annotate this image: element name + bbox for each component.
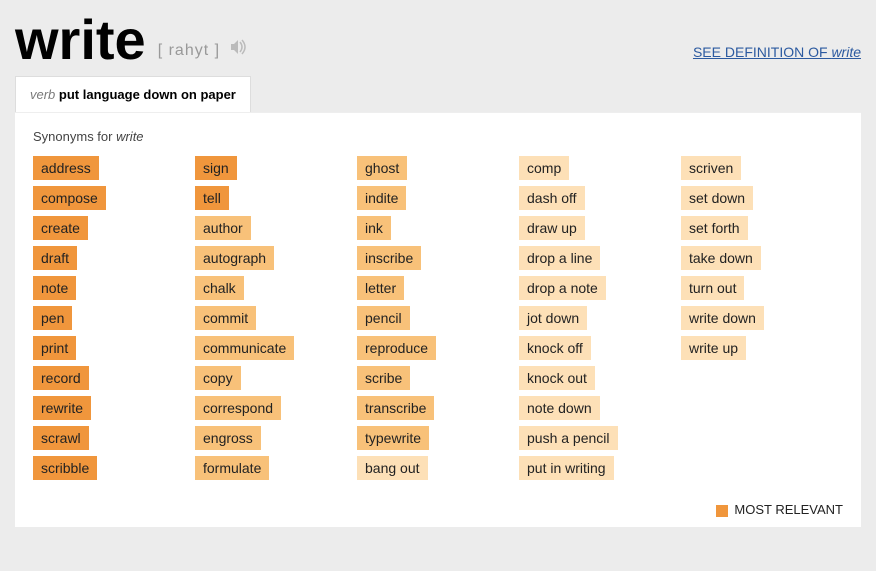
- synonyms-heading: Synonyms for write: [33, 129, 843, 144]
- synonyms-panel: Synonyms for write address compose create d…: [15, 112, 861, 527]
- synonym-column: address compose create draft note pen print rec…: [33, 156, 195, 480]
- synonym-tag[interactable]: scribble: [33, 456, 97, 480]
- header: write [ rahyt ] SEE DEFINITION OF write: [0, 0, 876, 76]
- synonym-tag[interactable]: chalk: [195, 276, 244, 300]
- relevance-legend: MOST RELEVANT: [33, 502, 843, 517]
- legend-swatch: [716, 505, 728, 517]
- definition-link-word: write: [831, 44, 861, 60]
- synonym-tag[interactable]: ink: [357, 216, 391, 240]
- synonym-tag[interactable]: write up: [681, 336, 746, 360]
- synonym-tag[interactable]: create: [33, 216, 88, 240]
- synonym-tag[interactable]: bang out: [357, 456, 428, 480]
- synonym-tag[interactable]: engross: [195, 426, 261, 450]
- synonym-tag[interactable]: knock out: [519, 366, 595, 390]
- synonym-tag[interactable]: drop a line: [519, 246, 600, 270]
- synonym-tag[interactable]: copy: [195, 366, 241, 390]
- synonym-column: ghost indite ink inscribe letter pencil reprod…: [357, 156, 519, 480]
- tab-sense[interactable]: verb put language down on paper: [15, 76, 251, 112]
- synonym-tag[interactable]: take down: [681, 246, 761, 270]
- headword-wrap: write [ rahyt ]: [15, 12, 248, 68]
- synonym-tag[interactable]: knock off: [519, 336, 591, 360]
- synonym-tag[interactable]: tell: [195, 186, 229, 210]
- synonym-tag[interactable]: rewrite: [33, 396, 91, 420]
- synonym-tag[interactable]: formulate: [195, 456, 269, 480]
- syn-heading-prefix: Synonyms for: [33, 129, 116, 144]
- synonym-tag[interactable]: autograph: [195, 246, 274, 270]
- synonym-tag[interactable]: draw up: [519, 216, 585, 240]
- synonym-tag[interactable]: note down: [519, 396, 600, 420]
- synonym-tag[interactable]: write down: [681, 306, 764, 330]
- synonym-tag[interactable]: draft: [33, 246, 77, 270]
- synonym-tag[interactable]: pen: [33, 306, 72, 330]
- synonym-tag[interactable]: set down: [681, 186, 753, 210]
- synonym-tag[interactable]: scrawl: [33, 426, 89, 450]
- synonym-tag[interactable]: pencil: [357, 306, 410, 330]
- synonym-tag[interactable]: note: [33, 276, 76, 300]
- synonym-tag[interactable]: indite: [357, 186, 406, 210]
- definition-link-prefix: SEE DEFINITION OF: [693, 44, 831, 60]
- synonym-tag[interactable]: reproduce: [357, 336, 436, 360]
- pronunciation: [ rahyt ]: [158, 42, 220, 60]
- tab-definition: put language down on paper: [59, 87, 236, 102]
- headword: write: [15, 12, 146, 68]
- synonym-tag[interactable]: drop a note: [519, 276, 606, 300]
- synonym-tag[interactable]: dash off: [519, 186, 585, 210]
- synonyms-columns: address compose create draft note pen print rec…: [33, 156, 843, 480]
- syn-heading-word: write: [116, 129, 143, 144]
- tab-pos: verb: [30, 87, 55, 102]
- synonym-tag[interactable]: turn out: [681, 276, 744, 300]
- synonym-tag[interactable]: letter: [357, 276, 404, 300]
- synonym-tag[interactable]: ghost: [357, 156, 407, 180]
- synonym-tag[interactable]: author: [195, 216, 251, 240]
- synonym-tag[interactable]: record: [33, 366, 89, 390]
- synonym-tag[interactable]: transcribe: [357, 396, 434, 420]
- synonym-tag[interactable]: commit: [195, 306, 256, 330]
- synonym-tag[interactable]: inscribe: [357, 246, 421, 270]
- synonym-tag[interactable]: print: [33, 336, 76, 360]
- synonym-tag[interactable]: address: [33, 156, 99, 180]
- synonym-tag[interactable]: typewrite: [357, 426, 429, 450]
- tab-bar: verb put language down on paper: [0, 76, 876, 112]
- synonym-tag[interactable]: comp: [519, 156, 569, 180]
- synonym-tag[interactable]: set forth: [681, 216, 748, 240]
- audio-icon[interactable]: [230, 39, 248, 60]
- synonym-tag[interactable]: correspond: [195, 396, 281, 420]
- synonym-tag[interactable]: scribe: [357, 366, 410, 390]
- synonym-tag[interactable]: put in writing: [519, 456, 614, 480]
- synonym-tag[interactable]: compose: [33, 186, 106, 210]
- synonym-column: scriven set down set forth take down turn ou…: [681, 156, 843, 480]
- synonym-column: sign tell author autograph chalk commit commun…: [195, 156, 357, 480]
- synonym-tag[interactable]: sign: [195, 156, 237, 180]
- synonym-tag[interactable]: communicate: [195, 336, 294, 360]
- synonym-column: comp dash off draw up drop a line drop a not…: [519, 156, 681, 480]
- synonym-tag[interactable]: scriven: [681, 156, 741, 180]
- see-definition-link[interactable]: SEE DEFINITION OF write: [693, 44, 861, 60]
- synonym-tag[interactable]: push a pencil: [519, 426, 618, 450]
- synonym-tag[interactable]: jot down: [519, 306, 587, 330]
- legend-label: MOST RELEVANT: [734, 502, 843, 517]
